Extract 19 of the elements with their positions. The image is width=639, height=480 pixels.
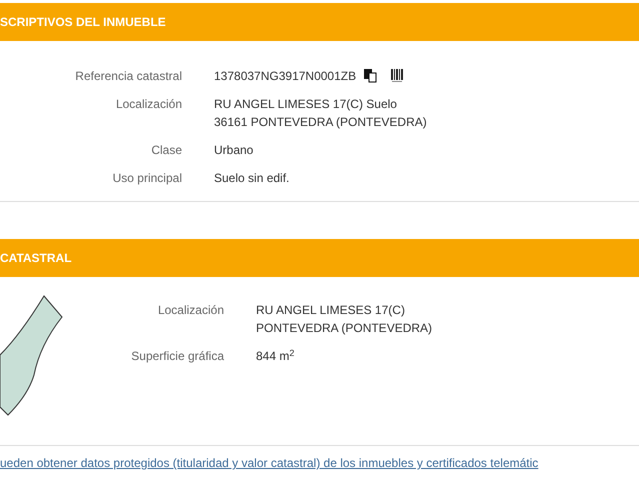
field-value: RU ANGEL LIMESES 17(C) bbox=[256, 302, 405, 319]
field-value: RU ANGEL LIMESES 17(C) Suelo bbox=[214, 96, 397, 113]
field-label: Referencia catastral bbox=[74, 68, 182, 85]
field-label: Clase bbox=[150, 142, 182, 159]
field-value: 1378037NG3917N0001ZB bbox=[214, 68, 356, 85]
field-value: Urbano bbox=[214, 142, 254, 159]
section-title: SCRIPTIVOS DEL INMUEBLE bbox=[0, 14, 166, 31]
section-title: CATASTRAL bbox=[0, 250, 72, 267]
barcode-icon[interactable] bbox=[391, 69, 404, 83]
field-value: 844 m$^{2}$ bbox=[256, 347, 294, 365]
copy-icon[interactable] bbox=[364, 69, 378, 83]
field-label: Localización bbox=[114, 96, 182, 113]
field-label: Localización bbox=[156, 302, 224, 319]
field-value: PONTEVEDRA (PONTEVEDRA) bbox=[256, 320, 432, 337]
field-label: Uso principal bbox=[112, 170, 182, 187]
field-value: Suelo sin edif. bbox=[214, 170, 290, 187]
field-label: Superficie gráfica bbox=[130, 348, 224, 365]
info-link[interactable]: ueden obtener datos protegidos (titularidad y valor catastral) de los inmuebles y certificados telemátic bbox=[0, 456, 538, 470]
field-value: 36161 PONTEVEDRA (PONTEVEDRA) bbox=[214, 114, 427, 131]
